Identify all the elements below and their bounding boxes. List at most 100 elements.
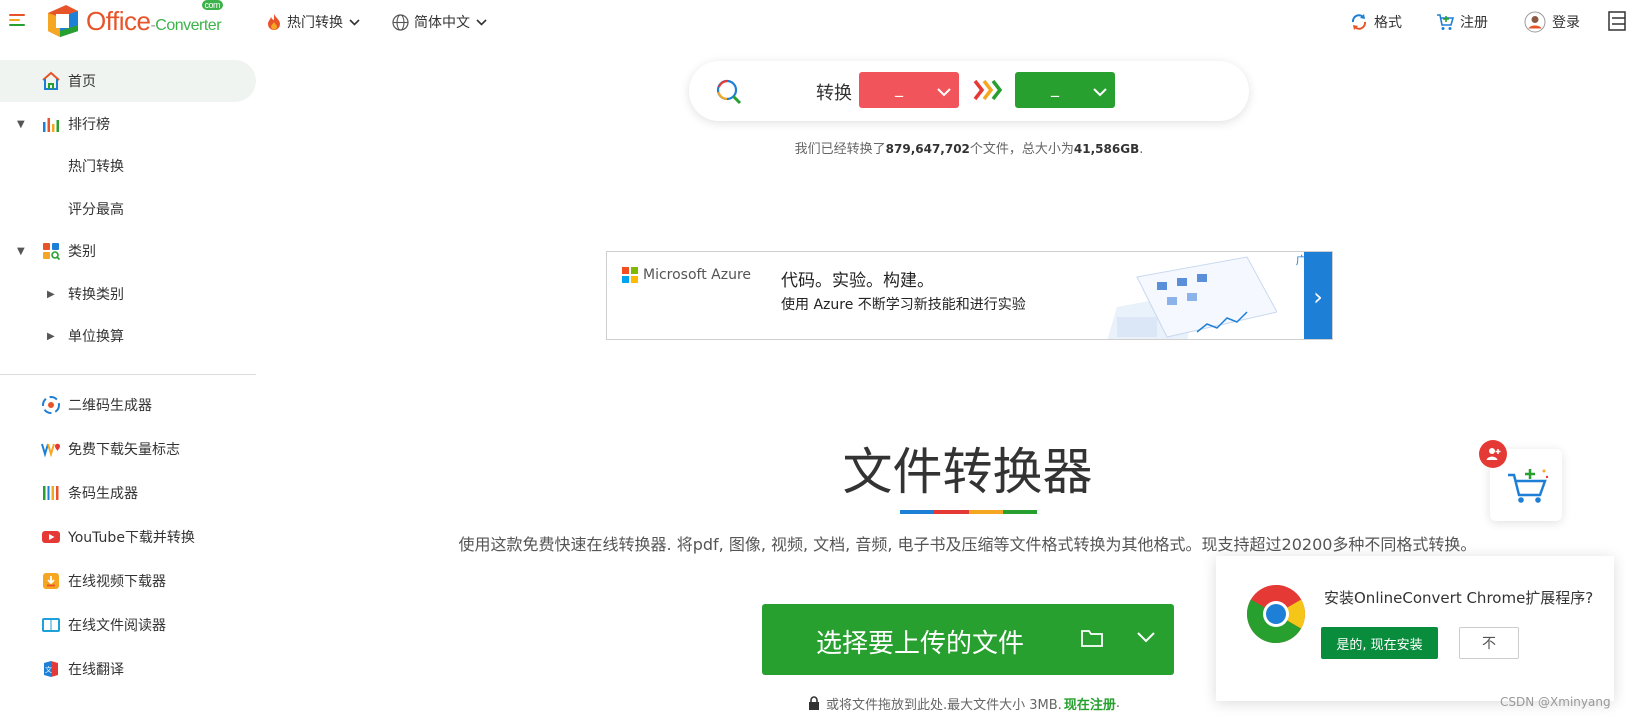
- choose-file-label: 选择要上传的文件: [816, 629, 1025, 659]
- lock-icon: [809, 696, 819, 710]
- top-bar: Office-Converter com 热门转换 简体中文 格式 注册 登录: [0, 0, 1626, 44]
- category-icon: [43, 243, 61, 261]
- video-download-icon: [43, 573, 59, 589]
- chevron-down-icon[interactable]: [1137, 632, 1155, 643]
- ad-headline: 代码。实验。构建。: [781, 271, 934, 291]
- convert-search-bar: 转换 _ _: [689, 61, 1249, 121]
- caret-down-icon: ▼: [17, 245, 25, 257]
- book-icon: [42, 618, 60, 632]
- cart-icon: [1437, 14, 1454, 30]
- sidebar-item-label: 在线视频下载器: [68, 574, 166, 590]
- sidebar-item-label: 转换类别: [68, 287, 124, 303]
- sidebar-item-label: 单位换算: [68, 329, 124, 345]
- choose-file-button[interactable]: 选择要上传的文件: [762, 604, 1174, 675]
- login-link[interactable]: 登录: [1524, 10, 1580, 34]
- microsoft-azure-brand: Microsoft Azure: [622, 267, 751, 283]
- sidebar-item-video-downloader[interactable]: 在线视频下载器: [0, 560, 256, 602]
- sidebar-item-label: 在线文件阅读器: [68, 618, 166, 634]
- search-icon[interactable]: [715, 78, 743, 106]
- qr-code-icon: [42, 396, 60, 414]
- translate-icon: 文: [44, 661, 58, 677]
- chrome-logo-icon: [1247, 585, 1305, 643]
- sidebar: 首页 ▼ 排行榜 热门转换 评分最高 ▼ 类别 ▶ 转换类别 ▶ 单位换算 二维…: [0, 58, 256, 721]
- hot-convert-dropdown[interactable]: 热门转换: [266, 10, 360, 34]
- stats-size: 41,586GB: [1073, 142, 1140, 156]
- hot-convert-label: 热门转换: [287, 15, 343, 31]
- refresh-icon: [1351, 14, 1367, 30]
- sidebar-item-label: 热门转换: [68, 159, 124, 175]
- sidebar-item-label: 二维码生成器: [68, 398, 152, 414]
- ad-subline: 使用 Azure 不断学习新技能和进行实验: [781, 297, 1026, 313]
- sidebar-item-top-rated[interactable]: 评分最高: [0, 188, 256, 230]
- chevron-down-icon: [476, 16, 487, 29]
- user-avatar-icon: [1524, 11, 1546, 33]
- menu-icon[interactable]: [9, 14, 25, 28]
- source-format-select[interactable]: _: [859, 72, 959, 108]
- home-icon: [42, 71, 60, 90]
- sidebar-item-qr-generator[interactable]: 二维码生成器: [0, 384, 256, 426]
- bar-chart-icon: [43, 118, 59, 132]
- globe-icon: [392, 13, 409, 31]
- list-icon[interactable]: [1608, 10, 1626, 32]
- target-format-select[interactable]: _: [1015, 72, 1115, 108]
- sidebar-item-file-reader[interactable]: 在线文件阅读器: [0, 604, 256, 646]
- sidebar-item-home[interactable]: 首页: [0, 60, 256, 102]
- office-converter-logo-icon: [44, 3, 80, 39]
- drop-note: 或将文件拖放到此处.最大文件大小 3MB. 现在注册.: [808, 694, 1120, 713]
- language-dropdown[interactable]: 简体中文: [392, 10, 487, 34]
- caret-down-icon: ▼: [17, 118, 25, 130]
- folder-icon[interactable]: [1080, 628, 1104, 648]
- caret-right-icon: ▶: [47, 288, 55, 300]
- sidebar-item-convert-categories[interactable]: ▶ 转换类别: [0, 273, 256, 315]
- sidebar-item-vector-logos[interactable]: 免费下载矢量标志: [0, 428, 256, 470]
- svg-text:文: 文: [45, 665, 52, 674]
- dashboard-screenshot-image: [1107, 256, 1277, 339]
- chrome-prompt-question: 安装OnlineConvert Chrome扩展程序?: [1324, 589, 1594, 607]
- watermark: CSDN @Xminyang: [1500, 695, 1611, 709]
- sidebar-item-label: 首页: [68, 74, 96, 90]
- title-underline: [900, 510, 1037, 514]
- chevron-down-icon: [349, 16, 360, 29]
- sidebar-item-hot-convert[interactable]: 热门转换: [0, 145, 256, 187]
- page-description: 使用这款免费快速在线转换器. 将pdf, 图像, 视频, 文档, 音频, 电子书…: [458, 535, 1477, 554]
- install-yes-button[interactable]: 是的, 现在安装: [1321, 627, 1438, 659]
- sidebar-item-categories[interactable]: ▼ 类别: [0, 230, 256, 272]
- page-title: 文件转换器: [842, 443, 1093, 501]
- chrome-extension-prompt: 安装OnlineConvert Chrome扩展程序? 是的, 现在安装 不: [1216, 556, 1614, 701]
- microsoft-logo-icon: [622, 267, 638, 283]
- barcode-icon: [43, 486, 59, 500]
- register-now-link[interactable]: 现在注册: [1064, 694, 1116, 713]
- fire-icon: [268, 14, 280, 30]
- chevron-down-icon: [1093, 82, 1107, 101]
- sidebar-divider: [0, 374, 256, 375]
- youtube-icon: [42, 531, 60, 543]
- sidebar-item-label: 评分最高: [68, 202, 124, 218]
- register-link[interactable]: 注册: [1436, 10, 1488, 34]
- login-label: 登录: [1552, 15, 1580, 31]
- sidebar-item-rankings[interactable]: ▼ 排行榜: [0, 103, 256, 145]
- caret-right-icon: ▶: [47, 330, 55, 342]
- logo-wordmark: Office-Converter com: [86, 0, 224, 36]
- chevron-down-icon: [937, 82, 951, 101]
- target-format-value: _: [1051, 78, 1059, 97]
- sidebar-item-translate[interactable]: 文 在线翻译: [0, 648, 256, 690]
- convert-arrows-icon: [973, 79, 1003, 105]
- conversion-stats: 我们已经转换了879,647,702个文件，总大小为41,586GB.: [794, 142, 1144, 157]
- formats-link[interactable]: 格式: [1350, 10, 1402, 34]
- source-format-value: _: [895, 78, 903, 97]
- sidebar-item-label: 类别: [68, 244, 96, 260]
- sidebar-item-label: YouTube下载并转换: [68, 530, 195, 546]
- chevron-right-icon[interactable]: ›: [1304, 252, 1332, 339]
- azure-ad-banner[interactable]: Microsoft Azure 代码。实验。构建。 使用 Azure 不断学习新…: [606, 251, 1333, 340]
- sidebar-item-youtube[interactable]: YouTube下载并转换: [0, 516, 256, 558]
- install-no-button[interactable]: 不: [1459, 627, 1519, 659]
- site-logo[interactable]: Office-Converter com: [44, 0, 224, 40]
- convert-label: 转换: [816, 83, 852, 104]
- sidebar-item-label: 排行榜: [68, 117, 110, 133]
- sidebar-item-barcode-generator[interactable]: 条码生成器: [0, 472, 256, 514]
- sidebar-item-unit-conversion[interactable]: ▶ 单位换算: [0, 315, 256, 357]
- vector-logo-icon: [41, 443, 60, 458]
- language-label: 简体中文: [414, 15, 470, 31]
- user-badge-icon[interactable]: [1479, 440, 1507, 468]
- formats-label: 格式: [1374, 15, 1402, 31]
